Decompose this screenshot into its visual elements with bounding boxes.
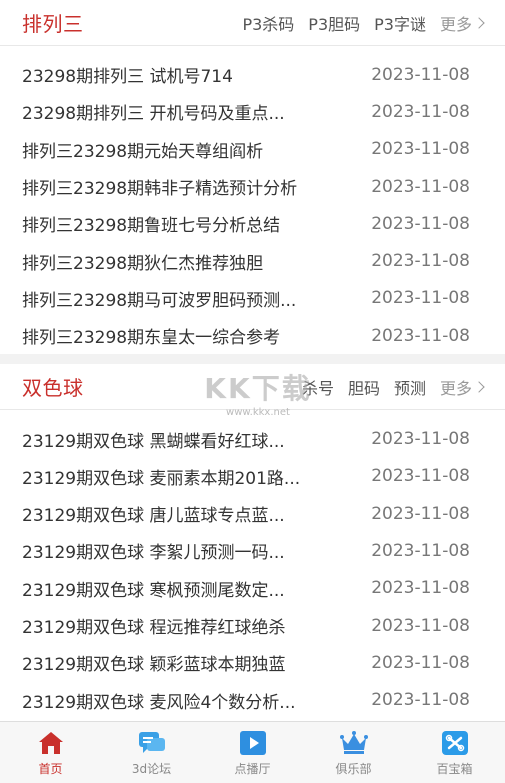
item-title: 23129期双色球 颖彩蓝球本期独蓝 (22, 655, 286, 676)
section-pailiesan: 排列三 P3杀码 P3胆码 P3字谜 更多 23298期排列三 试机号714 20… (0, 0, 505, 354)
section-links: 杀号 胆码 预测 更多 (288, 375, 485, 399)
more-link[interactable]: 更多 (439, 375, 485, 399)
list-item[interactable]: 23129期双色球 颖彩蓝球本期独蓝 2023-11-08 (0, 644, 505, 681)
item-date: 2023-11-08 (371, 503, 470, 524)
crown-icon (339, 729, 369, 757)
tab-label: 俱乐部 (335, 761, 372, 776)
item-title: 23129期双色球 麦丽素本期201路... (22, 468, 301, 489)
item-date: 2023-11-08 (371, 251, 470, 272)
tab-label: 首页 (38, 761, 63, 776)
item-date: 2023-11-08 (371, 64, 470, 85)
list-item[interactable]: 23129期双色球 寒枫预测尾数定... 2023-11-08 (0, 570, 505, 607)
item-title: 23129期双色球 李絮儿预测一码... (22, 543, 285, 564)
item-date: 2023-11-08 (371, 101, 470, 122)
tab-toolbox[interactable]: 百宝箱 (404, 722, 505, 783)
item-date: 2023-11-08 (371, 429, 470, 450)
more-label: 更多 (439, 14, 472, 34)
item-title: 排列三23298期东皇太一综合参考 (22, 328, 281, 349)
section-header: 双色球 杀号 胆码 预测 更多 (0, 364, 505, 411)
item-date: 2023-11-08 (371, 690, 470, 711)
list-item[interactable]: 23129期双色球 程远推荐红球绝杀 2023-11-08 (0, 607, 505, 644)
link-danma[interactable]: 胆码 (348, 375, 380, 399)
list-item[interactable]: 23129期双色球 麦丽素本期201路... 2023-11-08 (0, 458, 505, 495)
item-title: 排列三23298期马可波罗胆码预测... (22, 290, 297, 311)
list-item[interactable]: 排列三23298期韩非子精选预计分析 2023-11-08 (0, 168, 505, 205)
item-title: 排列三23298期鲁班七号分析总结 (22, 216, 281, 237)
tab-label: 百宝箱 (436, 761, 473, 776)
tab-home[interactable]: 首页 (0, 722, 101, 783)
section-shuangseqiu: 双色球 杀号 胆码 预测 更多 23129期双色球 黑蝴蝶看好红球... 2023… (0, 364, 505, 718)
item-title: 23298期排列三 试机号714 (22, 67, 233, 88)
item-date: 2023-11-08 (371, 652, 470, 673)
section-title[interactable]: 排列三 (22, 8, 84, 37)
tab-3d-forum[interactable]: 3d论坛 (101, 722, 202, 783)
list-item[interactable]: 23129期双色球 麦风险4个数分析... 2023-11-08 (0, 681, 505, 718)
tab-video-hall[interactable]: 点播厅 (202, 722, 303, 783)
play-icon (238, 729, 268, 757)
tab-label: 点播厅 (234, 761, 271, 776)
section-header: 排列三 P3杀码 P3胆码 P3字谜 更多 (0, 0, 505, 46)
link-shahao[interactable]: 杀号 (302, 375, 334, 399)
more-link[interactable]: 更多 (439, 11, 485, 35)
article-list: 23298期排列三 试机号714 2023-11-08 23298期排列三 开机号… (0, 46, 505, 354)
list-item[interactable]: 排列三23298期马可波罗胆码预测... 2023-11-08 (0, 280, 505, 317)
item-date: 2023-11-08 (371, 139, 470, 160)
item-title: 23129期双色球 黑蝴蝶看好红球... (22, 431, 285, 452)
chevron-right-icon (473, 16, 485, 29)
list-item[interactable]: 23298期排列三 开机号码及重点... 2023-11-08 (0, 93, 505, 130)
item-date: 2023-11-08 (371, 615, 470, 636)
tab-label: 3d论坛 (131, 761, 172, 776)
item-date: 2023-11-08 (371, 176, 470, 197)
list-item[interactable]: 排列三23298期东皇太一综合参考 2023-11-08 (0, 317, 505, 354)
list-item[interactable]: 23298期排列三 试机号714 2023-11-08 (0, 56, 505, 93)
section-links: P3杀码 P3胆码 P3字谜 更多 (228, 11, 485, 35)
item-date: 2023-11-08 (371, 288, 470, 309)
chat-icon (137, 729, 167, 757)
item-title: 23298期排列三 开机号码及重点... (22, 104, 285, 125)
link-p3-danma[interactable]: P3胆码 (308, 11, 360, 35)
section-title[interactable]: 双色球 (22, 372, 84, 401)
list-item[interactable]: 23129期双色球 黑蝴蝶看好红球... 2023-11-08 (0, 420, 505, 457)
item-title: 排列三23298期狄仁杰推荐独胆 (22, 253, 264, 274)
item-date: 2023-11-08 (371, 578, 470, 599)
bottom-tab-bar: 首页 3d论坛 点播厅 俱乐部 百宝箱 (0, 721, 505, 783)
item-title: 23129期双色球 麦风险4个数分析... (22, 692, 296, 713)
more-label: 更多 (439, 378, 472, 398)
item-date: 2023-11-08 (371, 213, 470, 234)
item-date: 2023-11-08 (371, 540, 470, 561)
item-date: 2023-11-08 (371, 325, 470, 346)
list-item[interactable]: 23129期双色球 李絮儿预测一码... 2023-11-08 (0, 532, 505, 569)
tab-club[interactable]: 俱乐部 (303, 722, 404, 783)
section-divider (0, 354, 505, 365)
list-item[interactable]: 排列三23298期元始天尊组阎析 2023-11-08 (0, 131, 505, 168)
home-icon (36, 729, 66, 757)
item-title: 排列三23298期元始天尊组阎析 (22, 141, 264, 162)
link-p3-zimi[interactable]: P3字谜 (374, 11, 426, 35)
item-title: 排列三23298期韩非子精选预计分析 (22, 179, 298, 200)
item-title: 23129期双色球 寒枫预测尾数定... (22, 580, 285, 601)
list-item[interactable]: 排列三23298期鲁班七号分析总结 2023-11-08 (0, 205, 505, 242)
link-p3-shama[interactable]: P3杀码 (242, 11, 294, 35)
list-item[interactable]: 排列三23298期狄仁杰推荐独胆 2023-11-08 (0, 242, 505, 279)
item-date: 2023-11-08 (371, 466, 470, 487)
item-title: 23129期双色球 程远推荐红球绝杀 (22, 618, 286, 638)
toolbox-icon (440, 729, 470, 757)
link-yuce[interactable]: 预测 (394, 375, 426, 399)
article-list: 23129期双色球 黑蝴蝶看好红球... 2023-11-08 23129期双色球… (0, 410, 505, 718)
list-item[interactable]: 23129期双色球 唐儿蓝球专点蓝... 2023-11-08 (0, 495, 505, 532)
chevron-right-icon (473, 381, 485, 393)
item-title: 23129期双色球 唐儿蓝球专点蓝... (22, 506, 285, 527)
